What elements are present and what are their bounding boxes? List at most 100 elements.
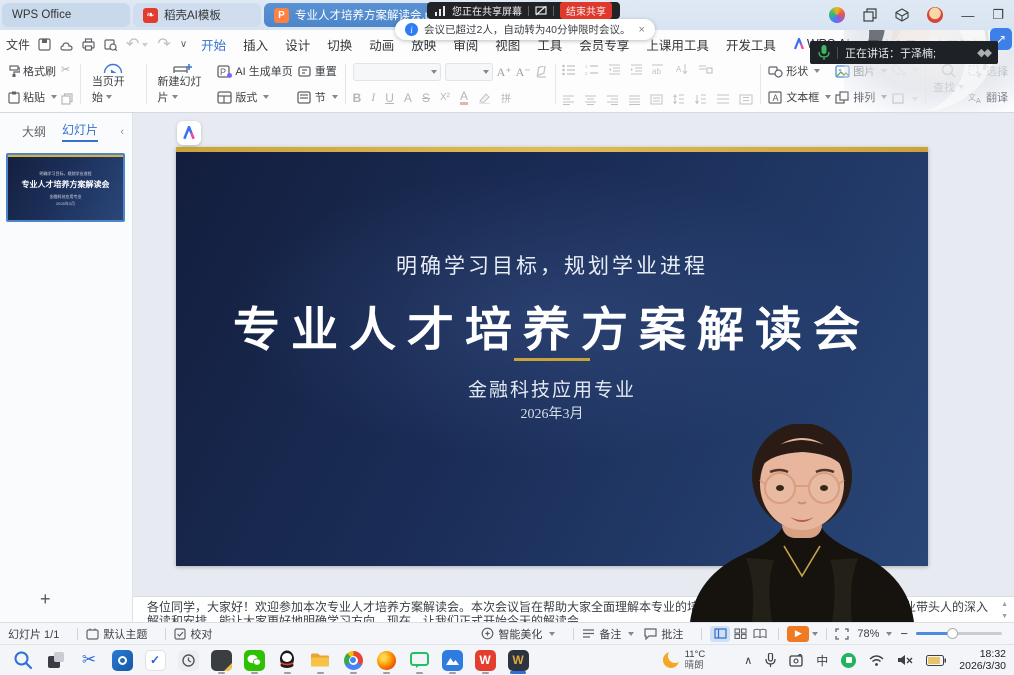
- menu-insert[interactable]: 插入: [243, 35, 268, 54]
- slide-subtitle[interactable]: 明确学习目标，规划学业进程: [176, 250, 928, 280]
- tray-screenshot-icon[interactable]: [789, 654, 803, 667]
- slide-thumbnail-1[interactable]: 明确学习目标，规划学业进程 专业人才培养方案解读会 金融科技应用专业 2026年…: [6, 153, 125, 222]
- tray-microphone-icon[interactable]: [765, 653, 776, 667]
- align-objects-icon[interactable]: [739, 94, 753, 105]
- notice-close-icon[interactable]: ×: [639, 24, 645, 36]
- reading-view-button[interactable]: [750, 626, 770, 642]
- italic-button[interactable]: I: [371, 90, 375, 105]
- menu-home[interactable]: 开始: [201, 35, 226, 54]
- undo-icon[interactable]: ↶: [126, 34, 148, 54]
- taskbar-wps-presentation-active[interactable]: W: [503, 646, 533, 674]
- phonetic-guide-icon[interactable]: ab: [652, 64, 667, 75]
- pause-share-icon[interactable]: [535, 6, 547, 16]
- tray-green-app-icon[interactable]: [841, 653, 856, 668]
- bullet-list-icon[interactable]: [562, 64, 576, 75]
- notes-scroll-arrows[interactable]: ▲▼: [1001, 601, 1008, 620]
- shape-outline-button[interactable]: [891, 92, 918, 105]
- numbered-list-icon[interactable]: 12: [585, 64, 599, 75]
- menu-animation[interactable]: 动画: [369, 35, 394, 54]
- ai-generate-page-button[interactable]: P AI 生成单页: [217, 63, 292, 79]
- taskbar-clock-app[interactable]: [173, 646, 203, 674]
- layout-button[interactable]: 版式: [217, 89, 292, 105]
- pinyin-button[interactable]: 拼: [501, 90, 511, 105]
- wifi-icon[interactable]: [869, 655, 884, 666]
- box-icon[interactable]: [895, 8, 909, 22]
- file-menu[interactable]: 文件: [6, 36, 30, 53]
- zoom-percentage[interactable]: 78%: [857, 628, 879, 640]
- slide-1[interactable]: 明确学习目标，规划学业进程 专业人才培养方案解读会 金融科技应用专业 2026年…: [176, 147, 928, 566]
- distribute-text-icon[interactable]: [650, 94, 663, 105]
- highlight-color-icon[interactable]: [478, 92, 491, 104]
- taskbar-todo[interactable]: ✓: [140, 646, 170, 674]
- line-spacing-icon[interactable]: [672, 94, 685, 105]
- print-preview-icon[interactable]: [104, 38, 117, 51]
- tab-docer-template[interactable]: ❧ 稻壳AI模板: [133, 3, 261, 27]
- proofread-button[interactable]: 校对: [174, 626, 212, 642]
- comment-button[interactable]: 批注: [644, 626, 683, 642]
- taskbar-snipping-tool[interactable]: ✂: [74, 646, 104, 674]
- font-color-button[interactable]: A: [460, 91, 468, 105]
- copy-button[interactable]: [61, 93, 73, 105]
- emoji-avatar-icon[interactable]: [829, 7, 845, 23]
- new-slide-button[interactable]: 新建幻灯片: [152, 62, 216, 106]
- taskbar-wechat[interactable]: [239, 646, 269, 674]
- shape-fill-button[interactable]: [891, 63, 918, 76]
- decrease-indent-icon[interactable]: [608, 64, 621, 75]
- taskbar-search[interactable]: [8, 646, 38, 674]
- menu-class-tools[interactable]: 上课用工具: [646, 35, 709, 54]
- export-icon[interactable]: [60, 38, 73, 51]
- taskbar-wps-office[interactable]: W: [470, 646, 500, 674]
- normal-view-button[interactable]: [710, 626, 730, 642]
- select-button[interactable]: 选择: [968, 63, 1008, 79]
- taskbar-photos[interactable]: [437, 646, 467, 674]
- align-left-icon[interactable]: [562, 95, 575, 105]
- clear-format-icon[interactable]: [535, 66, 548, 78]
- underline-button[interactable]: U: [385, 91, 394, 105]
- paragraph-spacing-icon[interactable]: [694, 94, 707, 105]
- collapse-panel-icon[interactable]: ‹: [120, 126, 124, 138]
- decrease-font-button[interactable]: A⁻: [516, 65, 531, 80]
- menu-design[interactable]: 设计: [285, 35, 310, 54]
- notes-toggle-button[interactable]: 备注: [582, 626, 634, 642]
- zoom-slider-handle[interactable]: [947, 628, 958, 639]
- slideshow-options-icon[interactable]: [812, 632, 818, 636]
- find-button[interactable]: 查找: [933, 63, 964, 95]
- char-spacing-button[interactable]: A: [404, 91, 412, 105]
- font-family-select[interactable]: [353, 63, 441, 81]
- translate-button[interactable]: 文A 翻译: [968, 89, 1008, 105]
- stop-sharing-button[interactable]: 结束共享: [560, 2, 612, 19]
- slide-sorter-view-button[interactable]: [730, 626, 750, 642]
- increase-font-button[interactable]: A⁺: [497, 65, 512, 80]
- increase-indent-icon[interactable]: [630, 64, 643, 75]
- cut-button[interactable]: ✂: [61, 63, 73, 76]
- zoom-out-button[interactable]: −: [900, 626, 908, 641]
- superscript-button[interactable]: X²: [440, 92, 450, 103]
- section-button[interactable]: 节: [297, 89, 338, 105]
- restore-icon[interactable]: ❐: [992, 7, 1004, 23]
- arrange-button[interactable]: 排列: [835, 89, 887, 105]
- wps-ai-floating-button[interactable]: [177, 121, 201, 145]
- text-spacing-icon[interactable]: [716, 94, 730, 105]
- taskbar-outlook[interactable]: [107, 646, 137, 674]
- customize-toolbar-icon[interactable]: ∨: [180, 39, 187, 50]
- smart-beautify-button[interactable]: 智能美化: [481, 626, 555, 642]
- save-icon[interactable]: [38, 38, 51, 51]
- slide-title[interactable]: 专业人才培养方案解读会: [176, 291, 928, 360]
- tab-outline[interactable]: 大纲: [22, 123, 46, 140]
- user-avatar-icon[interactable]: [927, 7, 943, 23]
- taskbar-sticky-notes[interactable]: [206, 646, 236, 674]
- taskbar-firefox[interactable]: [371, 646, 401, 674]
- slide-major-text[interactable]: 金融科技应用专业: [176, 375, 928, 402]
- zoom-slider[interactable]: [916, 632, 1002, 635]
- battery-icon[interactable]: [926, 655, 946, 666]
- bold-button[interactable]: B: [353, 91, 362, 105]
- format-painter-button[interactable]: 格式刷: [8, 63, 57, 79]
- scroll-up-icon[interactable]: ▲: [1001, 601, 1008, 608]
- taskbar-chrome[interactable]: [338, 646, 368, 674]
- taskbar-task-view[interactable]: [41, 646, 71, 674]
- print-icon[interactable]: [82, 38, 95, 51]
- play-from-page-button[interactable]: 当页开始: [86, 62, 141, 106]
- weather-widget[interactable]: 11°C晴朗: [662, 649, 706, 671]
- speaker-notes-bar[interactable]: 各位同学，大家好！欢迎参加本次专业人才培养方案解读会。本次会议旨在帮助大家全面理…: [133, 596, 1014, 622]
- align-right-icon[interactable]: [606, 95, 619, 105]
